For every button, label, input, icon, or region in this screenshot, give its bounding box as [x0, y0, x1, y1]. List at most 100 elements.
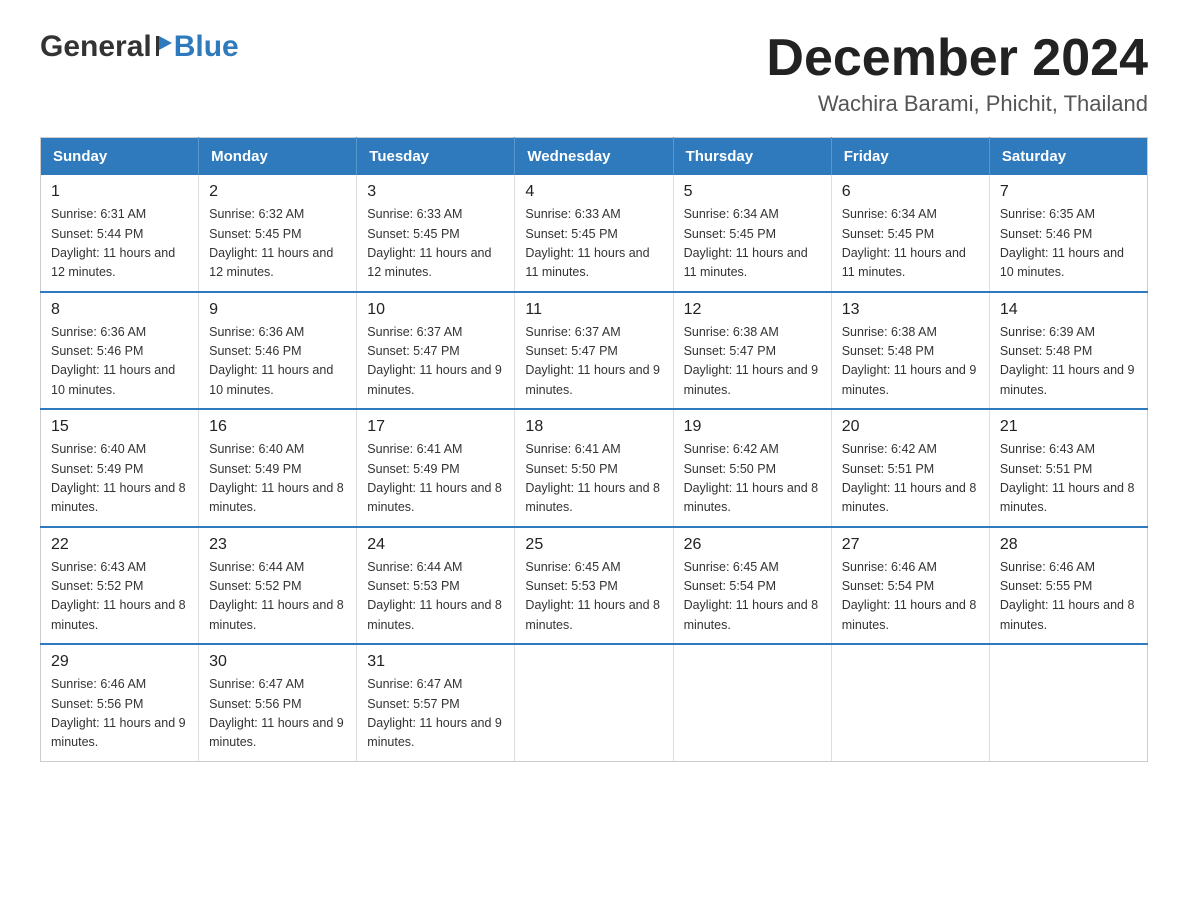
- calendar-day-cell: 24 Sunrise: 6:44 AM Sunset: 5:53 PM Dayl…: [357, 527, 515, 645]
- day-number: 10: [367, 301, 504, 319]
- day-info: Sunrise: 6:44 AM Sunset: 5:52 PM Dayligh…: [209, 558, 346, 636]
- logo-blue-text: Blue: [174, 30, 239, 64]
- day-number: 31: [367, 653, 504, 671]
- calendar-day-cell: [989, 644, 1147, 761]
- day-info: Sunrise: 6:45 AM Sunset: 5:54 PM Dayligh…: [684, 558, 821, 636]
- calendar-day-cell: 10 Sunrise: 6:37 AM Sunset: 5:47 PM Dayl…: [357, 292, 515, 410]
- calendar-day-cell: 14 Sunrise: 6:39 AM Sunset: 5:48 PM Dayl…: [989, 292, 1147, 410]
- calendar-day-cell: 23 Sunrise: 6:44 AM Sunset: 5:52 PM Dayl…: [199, 527, 357, 645]
- calendar-day-cell: 12 Sunrise: 6:38 AM Sunset: 5:47 PM Dayl…: [673, 292, 831, 410]
- day-info: Sunrise: 6:44 AM Sunset: 5:53 PM Dayligh…: [367, 558, 504, 636]
- day-number: 19: [684, 418, 821, 436]
- day-info: Sunrise: 6:38 AM Sunset: 5:48 PM Dayligh…: [842, 323, 979, 401]
- calendar-day-cell: 15 Sunrise: 6:40 AM Sunset: 5:49 PM Dayl…: [41, 409, 199, 527]
- day-info: Sunrise: 6:34 AM Sunset: 5:45 PM Dayligh…: [842, 205, 979, 283]
- page-header: General Blue December 2024 Wachira Baram…: [40, 30, 1148, 117]
- day-info: Sunrise: 6:33 AM Sunset: 5:45 PM Dayligh…: [525, 205, 662, 283]
- day-number: 8: [51, 301, 188, 319]
- day-of-week-header: Thursday: [673, 138, 831, 176]
- calendar-week-row: 1 Sunrise: 6:31 AM Sunset: 5:44 PM Dayli…: [41, 175, 1148, 292]
- calendar-day-cell: 17 Sunrise: 6:41 AM Sunset: 5:49 PM Dayl…: [357, 409, 515, 527]
- calendar-day-cell: 6 Sunrise: 6:34 AM Sunset: 5:45 PM Dayli…: [831, 175, 989, 292]
- day-info: Sunrise: 6:31 AM Sunset: 5:44 PM Dayligh…: [51, 205, 188, 283]
- day-number: 1: [51, 183, 188, 201]
- calendar-day-cell: 22 Sunrise: 6:43 AM Sunset: 5:52 PM Dayl…: [41, 527, 199, 645]
- calendar-day-cell: 16 Sunrise: 6:40 AM Sunset: 5:49 PM Dayl…: [199, 409, 357, 527]
- day-number: 20: [842, 418, 979, 436]
- day-info: Sunrise: 6:42 AM Sunset: 5:50 PM Dayligh…: [684, 440, 821, 518]
- day-info: Sunrise: 6:43 AM Sunset: 5:52 PM Dayligh…: [51, 558, 188, 636]
- day-info: Sunrise: 6:32 AM Sunset: 5:45 PM Dayligh…: [209, 205, 346, 283]
- day-info: Sunrise: 6:47 AM Sunset: 5:56 PM Dayligh…: [209, 675, 346, 753]
- day-number: 12: [684, 301, 821, 319]
- calendar-day-cell: 26 Sunrise: 6:45 AM Sunset: 5:54 PM Dayl…: [673, 527, 831, 645]
- calendar-table: SundayMondayTuesdayWednesdayThursdayFrid…: [40, 137, 1148, 762]
- day-number: 26: [684, 536, 821, 554]
- day-info: Sunrise: 6:36 AM Sunset: 5:46 PM Dayligh…: [51, 323, 188, 401]
- day-info: Sunrise: 6:38 AM Sunset: 5:47 PM Dayligh…: [684, 323, 821, 401]
- day-info: Sunrise: 6:43 AM Sunset: 5:51 PM Dayligh…: [1000, 440, 1137, 518]
- calendar-day-cell: 19 Sunrise: 6:42 AM Sunset: 5:50 PM Dayl…: [673, 409, 831, 527]
- day-number: 29: [51, 653, 188, 671]
- day-number: 18: [525, 418, 662, 436]
- day-info: Sunrise: 6:41 AM Sunset: 5:49 PM Dayligh…: [367, 440, 504, 518]
- logo: General Blue: [40, 30, 239, 64]
- location-subtitle: Wachira Barami, Phichit, Thailand: [766, 91, 1148, 117]
- day-number: 4: [525, 183, 662, 201]
- calendar-day-cell: [831, 644, 989, 761]
- calendar-week-row: 15 Sunrise: 6:40 AM Sunset: 5:49 PM Dayl…: [41, 409, 1148, 527]
- day-number: 6: [842, 183, 979, 201]
- calendar-day-cell: 4 Sunrise: 6:33 AM Sunset: 5:45 PM Dayli…: [515, 175, 673, 292]
- calendar-day-cell: 28 Sunrise: 6:46 AM Sunset: 5:55 PM Dayl…: [989, 527, 1147, 645]
- day-info: Sunrise: 6:36 AM Sunset: 5:46 PM Dayligh…: [209, 323, 346, 401]
- calendar-week-row: 29 Sunrise: 6:46 AM Sunset: 5:56 PM Dayl…: [41, 644, 1148, 761]
- day-info: Sunrise: 6:46 AM Sunset: 5:54 PM Dayligh…: [842, 558, 979, 636]
- day-info: Sunrise: 6:40 AM Sunset: 5:49 PM Dayligh…: [209, 440, 346, 518]
- day-number: 3: [367, 183, 504, 201]
- calendar-day-cell: 13 Sunrise: 6:38 AM Sunset: 5:48 PM Dayl…: [831, 292, 989, 410]
- day-info: Sunrise: 6:37 AM Sunset: 5:47 PM Dayligh…: [525, 323, 662, 401]
- calendar-day-cell: 27 Sunrise: 6:46 AM Sunset: 5:54 PM Dayl…: [831, 527, 989, 645]
- day-info: Sunrise: 6:45 AM Sunset: 5:53 PM Dayligh…: [525, 558, 662, 636]
- calendar-day-cell: 7 Sunrise: 6:35 AM Sunset: 5:46 PM Dayli…: [989, 175, 1147, 292]
- day-info: Sunrise: 6:46 AM Sunset: 5:56 PM Dayligh…: [51, 675, 188, 753]
- calendar-day-cell: 5 Sunrise: 6:34 AM Sunset: 5:45 PM Dayli…: [673, 175, 831, 292]
- day-number: 14: [1000, 301, 1137, 319]
- day-of-week-header: Saturday: [989, 138, 1147, 176]
- day-number: 17: [367, 418, 504, 436]
- calendar-day-cell: 11 Sunrise: 6:37 AM Sunset: 5:47 PM Dayl…: [515, 292, 673, 410]
- day-info: Sunrise: 6:41 AM Sunset: 5:50 PM Dayligh…: [525, 440, 662, 518]
- calendar-day-cell: 31 Sunrise: 6:47 AM Sunset: 5:57 PM Dayl…: [357, 644, 515, 761]
- day-of-week-header: Tuesday: [357, 138, 515, 176]
- calendar-day-cell: 1 Sunrise: 6:31 AM Sunset: 5:44 PM Dayli…: [41, 175, 199, 292]
- day-info: Sunrise: 6:34 AM Sunset: 5:45 PM Dayligh…: [684, 205, 821, 283]
- calendar-day-cell: 9 Sunrise: 6:36 AM Sunset: 5:46 PM Dayli…: [199, 292, 357, 410]
- calendar-day-cell: 25 Sunrise: 6:45 AM Sunset: 5:53 PM Dayl…: [515, 527, 673, 645]
- day-number: 28: [1000, 536, 1137, 554]
- day-number: 9: [209, 301, 346, 319]
- day-info: Sunrise: 6:46 AM Sunset: 5:55 PM Dayligh…: [1000, 558, 1137, 636]
- calendar-day-cell: 21 Sunrise: 6:43 AM Sunset: 5:51 PM Dayl…: [989, 409, 1147, 527]
- logo-flag-icon: [154, 34, 172, 61]
- calendar-day-cell: 30 Sunrise: 6:47 AM Sunset: 5:56 PM Dayl…: [199, 644, 357, 761]
- calendar-day-cell: 20 Sunrise: 6:42 AM Sunset: 5:51 PM Dayl…: [831, 409, 989, 527]
- calendar-week-row: 8 Sunrise: 6:36 AM Sunset: 5:46 PM Dayli…: [41, 292, 1148, 410]
- day-number: 30: [209, 653, 346, 671]
- day-info: Sunrise: 6:37 AM Sunset: 5:47 PM Dayligh…: [367, 323, 504, 401]
- day-info: Sunrise: 6:47 AM Sunset: 5:57 PM Dayligh…: [367, 675, 504, 753]
- day-info: Sunrise: 6:42 AM Sunset: 5:51 PM Dayligh…: [842, 440, 979, 518]
- day-number: 11: [525, 301, 662, 319]
- day-of-week-header: Sunday: [41, 138, 199, 176]
- day-number: 21: [1000, 418, 1137, 436]
- day-of-week-header: Monday: [199, 138, 357, 176]
- day-number: 2: [209, 183, 346, 201]
- day-of-week-header: Friday: [831, 138, 989, 176]
- month-title: December 2024: [766, 30, 1148, 87]
- day-number: 15: [51, 418, 188, 436]
- calendar-week-row: 22 Sunrise: 6:43 AM Sunset: 5:52 PM Dayl…: [41, 527, 1148, 645]
- calendar-title-area: December 2024 Wachira Barami, Phichit, T…: [766, 30, 1148, 117]
- day-info: Sunrise: 6:40 AM Sunset: 5:49 PM Dayligh…: [51, 440, 188, 518]
- day-number: 24: [367, 536, 504, 554]
- day-of-week-header: Wednesday: [515, 138, 673, 176]
- calendar-day-cell: 8 Sunrise: 6:36 AM Sunset: 5:46 PM Dayli…: [41, 292, 199, 410]
